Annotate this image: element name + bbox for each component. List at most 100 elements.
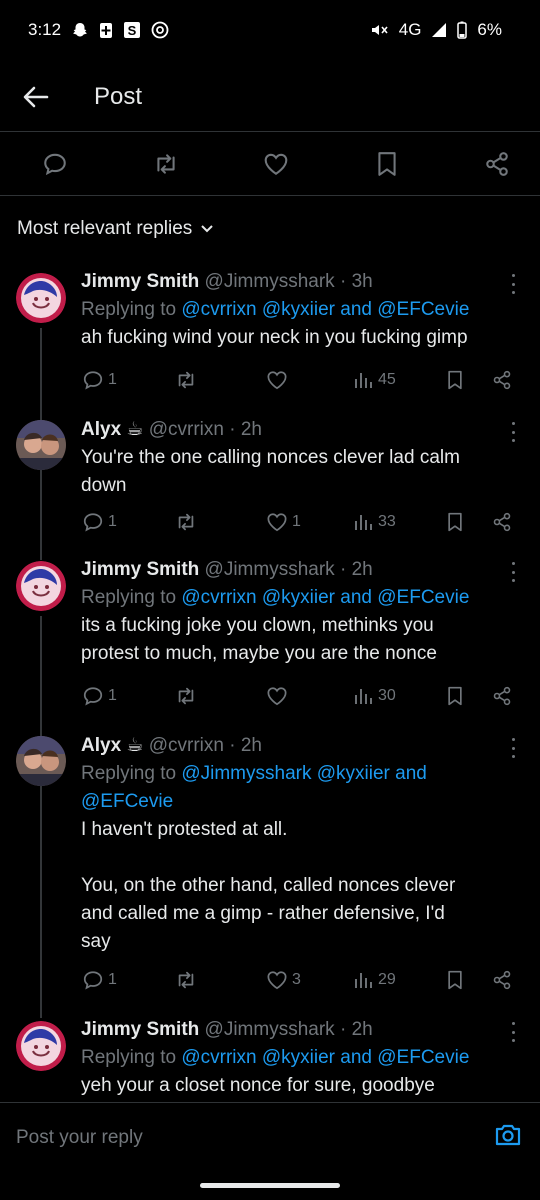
- more-options-icon[interactable]: [508, 422, 518, 442]
- avatar[interactable]: [16, 736, 66, 786]
- battery-level: 6%: [477, 20, 502, 39]
- camera-button[interactable]: [494, 1122, 522, 1153]
- mention-link[interactable]: @EFCevie: [377, 1047, 469, 1068]
- views-button[interactable]: 29: [354, 970, 396, 990]
- reply-text: yeh your a closet nonce for sure, goodby…: [81, 1075, 435, 1096]
- post-like-button[interactable]: [261, 149, 291, 179]
- network-type: 4G: [398, 20, 422, 39]
- display-name[interactable]: Alyx ☕: [81, 419, 143, 440]
- share-button[interactable]: [492, 370, 512, 390]
- replying-prefix: Replying to: [81, 299, 182, 320]
- reply-button[interactable]: 1: [82, 969, 117, 991]
- timestamp: 2h: [351, 1019, 373, 1040]
- mention-conjunction[interactable]: and: [340, 299, 372, 320]
- heart-icon: [267, 971, 287, 990]
- display-name[interactable]: Alyx ☕: [81, 735, 143, 756]
- avatar[interactable]: [16, 1021, 66, 1071]
- mention-link[interactable]: @cvrrixn: [181, 1047, 256, 1068]
- views-button[interactable]: 30: [354, 686, 396, 706]
- heart-icon: [264, 153, 288, 175]
- reply-item[interactable]: Alyx ☕ @cvrrixn · 2h You're the one call…: [0, 416, 540, 546]
- more-options-icon[interactable]: [508, 1022, 518, 1042]
- replies-sort-dropdown[interactable]: Most relevant replies: [17, 214, 214, 244]
- avatar[interactable]: [16, 561, 66, 611]
- mention-link[interactable]: @kyxiier: [317, 763, 390, 784]
- display-name[interactable]: Jimmy Smith: [81, 1019, 199, 1040]
- mention-link[interactable]: @kyxiier: [262, 1047, 335, 1068]
- replying-to: Replying to @cvrrixn @kyxiier and @EFCev…: [81, 584, 520, 612]
- more-options-icon[interactable]: [508, 274, 518, 294]
- bookmark-button[interactable]: [446, 370, 464, 390]
- reply-text: You're the one calling nonces clever lad…: [81, 447, 460, 496]
- share-button[interactable]: [492, 686, 512, 706]
- reply-button[interactable]: 1: [82, 685, 117, 707]
- mention-link[interactable]: @EFCevie: [81, 791, 173, 812]
- post-repost-button[interactable]: [151, 149, 181, 179]
- display-name[interactable]: Jimmy Smith: [81, 559, 199, 580]
- more-options-icon[interactable]: [508, 738, 518, 758]
- bookmark-button[interactable]: [446, 686, 464, 706]
- share-icon: [493, 970, 511, 990]
- views-icon: [355, 973, 372, 988]
- reply-item[interactable]: Alyx ☕ @cvrrixn · 2h Replying to @Jimmys…: [0, 732, 540, 1002]
- reply-composer[interactable]: Post your reply: [0, 1102, 540, 1172]
- home-indicator[interactable]: [200, 1183, 340, 1188]
- reply-button[interactable]: 1: [82, 511, 117, 533]
- display-name[interactable]: Jimmy Smith: [81, 271, 199, 292]
- share-button[interactable]: [492, 512, 512, 532]
- views-button[interactable]: 45: [354, 370, 396, 390]
- repost-button[interactable]: [174, 685, 202, 707]
- mention-conjunction[interactable]: and: [340, 1047, 372, 1068]
- mention-link[interactable]: @EFCevie: [377, 587, 469, 608]
- repost-button[interactable]: [174, 969, 202, 991]
- replying-to: Replying to @Jimmysshark @kyxiier and @EF…: [81, 760, 520, 816]
- reply-header: Alyx ☕ @cvrrixn · 2h: [81, 416, 520, 444]
- user-handle[interactable]: @Jimmysshark: [205, 1019, 335, 1040]
- view-count: 45: [378, 371, 396, 388]
- reply-button[interactable]: 1: [82, 369, 117, 391]
- share-button[interactable]: [492, 970, 512, 990]
- mention-link[interactable]: @kyxiier: [262, 587, 335, 608]
- reply-input[interactable]: Post your reply: [16, 1127, 143, 1149]
- mention-link[interactable]: @cvrrixn: [181, 587, 256, 608]
- views-button[interactable]: 33: [354, 512, 396, 532]
- bookmark-icon: [448, 512, 462, 532]
- replying-prefix: Replying to: [81, 1047, 182, 1068]
- user-handle[interactable]: @Jimmysshark: [205, 271, 335, 292]
- reply-count: 1: [108, 513, 117, 530]
- like-button[interactable]: [266, 686, 292, 706]
- mention-conjunction[interactable]: and: [340, 587, 372, 608]
- s-app-icon: S: [123, 21, 141, 39]
- mention-link[interactable]: @kyxiier: [262, 299, 335, 320]
- bookmark-button[interactable]: [446, 512, 464, 532]
- avatar[interactable]: [16, 420, 66, 470]
- mention-link[interactable]: @Jimmysshark: [181, 763, 311, 784]
- views-icon: [355, 689, 372, 704]
- replying-to: Replying to @cvrrixn @kyxiier and @EFCev…: [81, 296, 520, 324]
- reply-item[interactable]: Jimmy Smith @Jimmysshark · 2h Replying t…: [0, 1016, 540, 1102]
- views-icon: [355, 373, 372, 388]
- bookmark-button[interactable]: [446, 970, 464, 990]
- like-button[interactable]: 1: [266, 512, 301, 532]
- post-bookmark-button[interactable]: [372, 149, 402, 179]
- user-handle[interactable]: @cvrrixn: [149, 419, 224, 440]
- post-reply-button[interactable]: [40, 149, 70, 179]
- avatar[interactable]: [16, 273, 66, 323]
- repost-button[interactable]: [174, 369, 202, 391]
- like-button[interactable]: [266, 370, 292, 390]
- like-button[interactable]: 3: [266, 970, 301, 990]
- user-handle[interactable]: @Jimmysshark: [205, 559, 335, 580]
- mention-link[interactable]: @cvrrixn: [181, 299, 256, 320]
- repost-icon: [178, 687, 194, 705]
- user-handle[interactable]: @cvrrixn: [149, 735, 224, 756]
- reply-item[interactable]: Jimmy Smith @Jimmysshark · 2h Replying t…: [0, 556, 540, 716]
- more-options-icon[interactable]: [508, 562, 518, 582]
- reply-header: Jimmy Smith @Jimmysshark · 2h: [81, 1016, 520, 1044]
- mention-link[interactable]: @EFCevie: [377, 299, 469, 320]
- reply-item[interactable]: Jimmy Smith @Jimmysshark · 3h Replying t…: [0, 268, 540, 398]
- back-button[interactable]: [0, 62, 72, 132]
- post-share-button[interactable]: [482, 149, 512, 179]
- mention-conjunction[interactable]: and: [395, 763, 427, 784]
- reply-header: Alyx ☕ @cvrrixn · 2h: [81, 732, 520, 760]
- repost-button[interactable]: [174, 511, 202, 533]
